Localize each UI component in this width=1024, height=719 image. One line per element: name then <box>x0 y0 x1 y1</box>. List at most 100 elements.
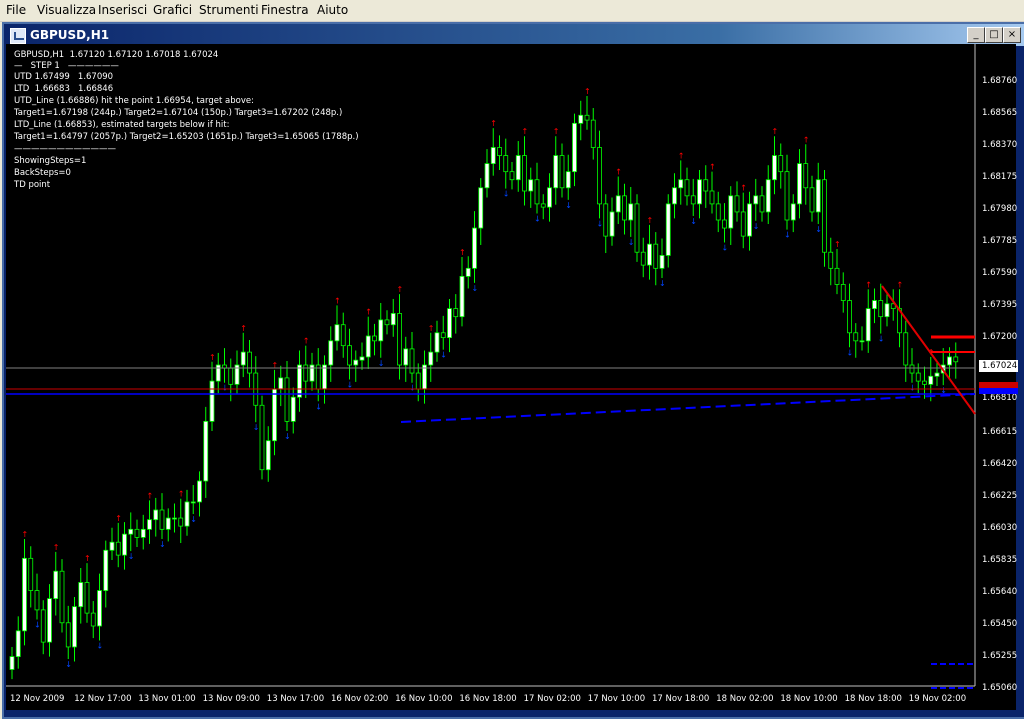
td-up-arrow: ↑ <box>897 280 904 289</box>
candle-body <box>559 155 565 189</box>
td-up-arrow: ↑ <box>834 240 841 249</box>
candle-body <box>840 284 846 301</box>
ltd-line-status: LTD_Line (1.66853), estimated targets be… <box>14 120 230 130</box>
candle-body <box>72 606 77 648</box>
candle-body <box>240 351 246 366</box>
candle-body <box>415 372 421 390</box>
menu-aiuto[interactable]: Aiuto <box>317 3 348 17</box>
candle-body <box>722 219 727 229</box>
time-tick-label: 13 Nov 09:00 <box>202 694 260 704</box>
close-button[interactable]: × <box>1003 27 1021 43</box>
candle-body <box>265 440 271 471</box>
candle-body <box>797 163 802 205</box>
time-tick-label: 13 Nov 17:00 <box>266 694 325 704</box>
time-tick-label: 17 Nov 02:00 <box>523 694 581 704</box>
candle-body <box>853 332 859 342</box>
td-up-arrow: ↑ <box>53 543 60 552</box>
candle-body <box>609 211 615 237</box>
price-tick-label: 1.68760 <box>982 76 1018 86</box>
candle-body <box>772 155 777 181</box>
menu-grafici[interactable]: Grafici <box>153 3 192 17</box>
candle-body <box>447 308 452 339</box>
candle-body <box>465 267 471 277</box>
candle-body <box>459 275 465 318</box>
time-tick-label: 12 Nov 17:00 <box>74 694 132 704</box>
td-down-arrow: ↓ <box>753 222 760 231</box>
candle-body <box>122 533 127 556</box>
td-down-arrow: ↓ <box>690 217 697 226</box>
candle-body <box>672 187 677 205</box>
price-tick-label: 1.66225 <box>982 491 1018 501</box>
td-down-arrow: ↓ <box>722 244 729 253</box>
menu-visualizza[interactable]: Visualizza <box>37 3 96 17</box>
menu-file[interactable]: File <box>6 3 26 17</box>
candle-body <box>934 372 940 377</box>
maximize-button[interactable]: □ <box>985 27 1003 43</box>
candle-body <box>659 255 665 269</box>
td-up-arrow: ↑ <box>240 324 247 333</box>
candle-body <box>909 364 915 374</box>
time-tick-label: 18 Nov 18:00 <box>844 694 902 704</box>
candle-body <box>47 598 52 643</box>
candle-body <box>753 195 759 205</box>
candle-body <box>690 195 696 205</box>
td-down-arrow: ↓ <box>472 284 479 293</box>
td-down-arrow: ↓ <box>253 423 260 432</box>
menu-strumenti[interactable]: Strumenti <box>199 3 259 17</box>
price-tick-label: 1.68370 <box>982 140 1018 150</box>
candle-body <box>515 155 521 181</box>
candle-body <box>115 541 121 556</box>
candle-body <box>915 372 921 382</box>
candle-body <box>309 364 315 382</box>
candle-body <box>859 340 865 343</box>
td-up-arrow: ↑ <box>740 184 747 193</box>
menu-finestra[interactable]: Finestra <box>261 3 309 17</box>
candle-body <box>809 187 815 213</box>
candle-body <box>697 179 702 205</box>
price-tick-label: 1.67980 <box>982 204 1018 214</box>
td-down-arrow: ↓ <box>909 384 916 393</box>
td-up-arrow: ↑ <box>334 296 341 305</box>
candle-body <box>878 300 884 318</box>
price-tick-label: 1.66810 <box>982 393 1018 403</box>
candle-body <box>578 114 584 124</box>
candle-body <box>790 203 796 221</box>
td-up-arrow: ↑ <box>459 248 466 257</box>
candle-body <box>615 195 621 213</box>
td-point-label: TD point <box>14 180 51 190</box>
price-tick-label: 1.66615 <box>982 427 1018 437</box>
price-tick-label: 1.65255 <box>982 651 1018 661</box>
window-titlebar[interactable]: GBPUSD,H1 _ □ × <box>4 24 1024 46</box>
candle-body <box>759 195 765 213</box>
price-chart[interactable]: ↑ ↓ ↑ ↓ ↑ ↓ ↑ ↓ ↑ ↓ ↑ ↓ ↑ ↓ ↑ ↓ ↑ ↓ ↑ ↓ ↑ ↓ ↑ ↓ ↑ ↓ ↑ ↓ ↑ ↓ ↑ ↓ ↑ ↓ ↑ ↓ ↑ ↓ ↑ ↓… <box>6 44 1018 710</box>
td-down-arrow: ↓ <box>409 384 416 393</box>
candle-body <box>278 377 284 390</box>
candle-body <box>334 324 340 342</box>
candle-body <box>953 356 959 363</box>
ltd-values: LTD 1.66683 1.66846 <box>14 84 114 94</box>
candle-body <box>590 119 596 148</box>
candle-body <box>34 590 40 611</box>
candle-body <box>165 517 171 530</box>
candle-body <box>390 313 396 326</box>
td-up-arrow: ↑ <box>772 127 779 136</box>
time-tick-label: 16 Nov 18:00 <box>459 694 517 704</box>
minimize-button[interactable]: _ <box>967 27 985 43</box>
candle-body <box>209 380 215 422</box>
candle-body <box>328 340 334 366</box>
candle-body <box>203 420 209 482</box>
time-tick-label: 18 Nov 10:00 <box>780 694 838 704</box>
time-tick-label: 16 Nov 10:00 <box>395 694 453 704</box>
candle-body <box>540 203 546 208</box>
candle-body <box>272 388 277 442</box>
candle-body <box>153 509 159 521</box>
menu-inserisci[interactable]: Inserisci <box>98 3 147 17</box>
td-up-arrow: ↑ <box>615 168 622 177</box>
chart-canvas[interactable]: ↑ ↓ ↑ ↓ ↑ ↓ ↑ ↓ ↑ ↓ ↑ ↓ ↑ ↓ ↑ ↓ ↑ ↓ ↑ ↓ ↑ ↓ ↑ ↓ ↑ ↓ ↑ ↓ ↑ ↓ ↑ ↓ ↑ ↓ ↑ ↓ ↑ ↓ ↑ ↓… <box>6 44 1016 710</box>
td-up-arrow: ↑ <box>397 285 404 294</box>
time-tick-label: 17 Nov 10:00 <box>587 694 646 704</box>
td-down-arrow: ↓ <box>597 219 604 228</box>
candle-body <box>97 590 102 627</box>
td-up-arrow: ↑ <box>553 127 560 136</box>
candle-body <box>503 155 509 173</box>
